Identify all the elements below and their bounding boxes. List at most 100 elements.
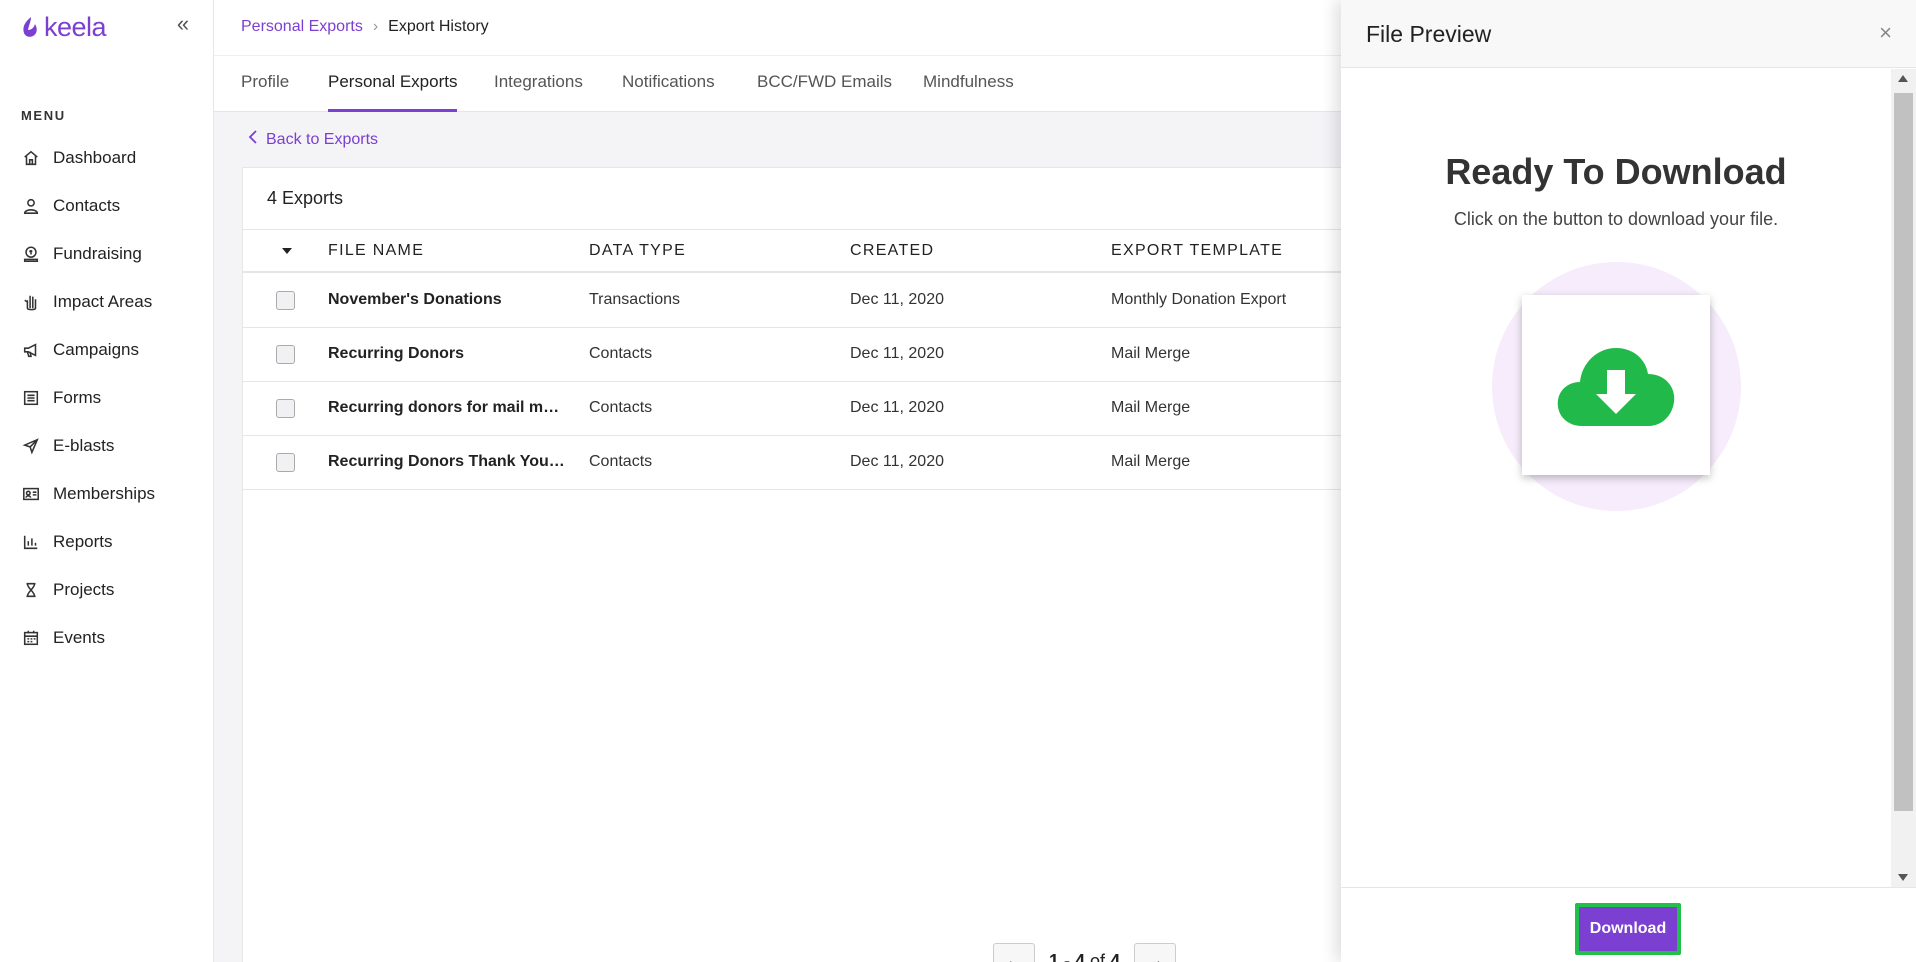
cloud-download-icon xyxy=(1557,348,1675,426)
panel-title: File Preview xyxy=(1366,21,1492,47)
sidebar-item-label: Impact Areas xyxy=(53,292,153,311)
sidebar-item-label: Projects xyxy=(53,580,115,599)
scroll-up-arrow-icon[interactable] xyxy=(1898,75,1908,82)
column-header-created[interactable]: CREATED xyxy=(850,242,934,260)
created-cell: Dec 11, 2020 xyxy=(850,453,944,470)
collapse-sidebar-icon[interactable]: « xyxy=(172,13,194,36)
panel-scrollbar[interactable] xyxy=(1891,69,1916,887)
panel-body: Ready To Download Click on the button to… xyxy=(1341,69,1891,887)
back-link-label: Back to Exports xyxy=(266,130,379,148)
sidebar-item-fundraising[interactable]: Fundraising xyxy=(0,230,213,278)
sidebar-item-impact-areas[interactable]: Impact Areas xyxy=(0,278,213,326)
breadcrumb-separator-icon: › xyxy=(372,18,379,35)
column-header-export-template[interactable]: EXPORT TEMPLATE xyxy=(1111,242,1283,260)
created-cell: Dec 11, 2020 xyxy=(850,345,944,362)
column-header-file-name[interactable]: FILE NAME xyxy=(328,242,424,260)
sidebar: keela « MENU Dashboard Contacts Fundrais… xyxy=(0,0,214,962)
sort-caret-icon[interactable] xyxy=(282,248,292,254)
export-template-cell: Monthly Donation Export xyxy=(1111,291,1287,308)
close-icon[interactable]: × xyxy=(1879,22,1892,44)
menu-label: MENU xyxy=(21,108,66,123)
file-name-cell[interactable]: November's Donations xyxy=(328,291,568,309)
chevron-left-icon xyxy=(248,130,258,149)
row-checkbox[interactable] xyxy=(276,291,295,310)
sidebar-item-label: Fundraising xyxy=(53,244,142,263)
calendar-icon xyxy=(21,628,41,648)
data-type-cell: Contacts xyxy=(589,453,653,470)
sidebar-item-label: Campaigns xyxy=(53,340,139,359)
sidebar-item-label: E-blasts xyxy=(53,436,115,455)
sidebar-item-label: Dashboard xyxy=(53,148,137,167)
scrollbar-thumb[interactable] xyxy=(1894,93,1913,811)
data-type-cell: Transactions xyxy=(589,291,680,308)
breadcrumb: Personal Exports › Export History xyxy=(241,18,489,36)
sidebar-item-label: Contacts xyxy=(53,196,121,215)
breadcrumb-personal-exports[interactable]: Personal Exports xyxy=(241,18,363,36)
bar-chart-icon xyxy=(21,532,41,552)
data-type-cell: Contacts xyxy=(589,399,653,416)
file-name-cell[interactable]: Recurring Donors Thank You Letters xyxy=(328,453,568,471)
tab-mindfulness[interactable]: Mindfulness xyxy=(923,72,1014,112)
tab-bcc-fwd-emails[interactable]: BCC/FWD Emails xyxy=(757,72,892,112)
column-header-data-type[interactable]: DATA TYPE xyxy=(589,242,686,260)
sidebar-item-campaigns[interactable]: Campaigns xyxy=(0,326,213,374)
tab-profile[interactable]: Profile xyxy=(241,72,289,112)
paper-plane-icon xyxy=(21,436,41,456)
row-checkbox[interactable] xyxy=(276,399,295,418)
donation-icon xyxy=(21,244,41,264)
sidebar-item-dashboard[interactable]: Dashboard xyxy=(0,134,213,182)
keela-leaf-icon xyxy=(23,17,37,37)
breadcrumb-current: Export History xyxy=(388,18,489,35)
list-icon xyxy=(21,388,41,408)
user-icon xyxy=(21,196,41,216)
download-button-highlight: Download xyxy=(1575,903,1681,955)
megaphone-icon xyxy=(21,340,41,360)
sidebar-item-label: Events xyxy=(53,628,105,647)
pagination: ← 1 - 4 of 4 → xyxy=(993,943,1177,962)
tab-notifications[interactable]: Notifications xyxy=(622,72,715,112)
sidebar-nav: Dashboard Contacts Fundraising Impact Ar… xyxy=(0,134,213,662)
pagination-of: of xyxy=(1090,950,1106,962)
file-name-cell[interactable]: Recurring Donors xyxy=(328,345,568,363)
download-button[interactable]: Download xyxy=(1579,907,1677,951)
sidebar-item-forms[interactable]: Forms xyxy=(0,374,213,422)
data-type-cell: Contacts xyxy=(589,345,653,362)
panel-header: File Preview × xyxy=(1341,0,1916,68)
created-cell: Dec 11, 2020 xyxy=(850,291,944,308)
arrow-left-icon: ← xyxy=(1004,949,1024,962)
tab-personal-exports[interactable]: Personal Exports xyxy=(328,72,458,112)
back-to-exports-link[interactable]: Back to Exports xyxy=(248,130,378,149)
file-preview-panel: File Preview × Ready To Download Click o… xyxy=(1341,0,1916,962)
hand-icon xyxy=(21,292,41,312)
previous-page-button[interactable]: ← xyxy=(993,943,1035,962)
illustration-card xyxy=(1522,295,1710,475)
sidebar-item-label: Reports xyxy=(53,532,113,551)
row-checkbox[interactable] xyxy=(276,453,295,472)
ready-to-download-heading: Ready To Download xyxy=(1445,151,1787,192)
sidebar-item-projects[interactable]: Projects xyxy=(0,566,213,614)
home-icon xyxy=(21,148,41,168)
sidebar-item-contacts[interactable]: Contacts xyxy=(0,182,213,230)
created-cell: Dec 11, 2020 xyxy=(850,399,944,416)
scroll-down-arrow-icon[interactable] xyxy=(1898,874,1908,881)
hourglass-icon xyxy=(21,580,41,600)
logo-text: keela xyxy=(44,12,107,42)
sidebar-item-memberships[interactable]: Memberships xyxy=(0,470,213,518)
sidebar-item-label: Forms xyxy=(53,388,102,407)
ready-to-download-subheading: Click on the button to download your fil… xyxy=(1453,209,1779,229)
sidebar-item-label: Memberships xyxy=(53,484,156,503)
keela-logo[interactable]: keela xyxy=(20,12,107,42)
pagination-label: 1 - 4 of 4 xyxy=(1049,951,1120,962)
tab-integrations[interactable]: Integrations xyxy=(494,72,583,112)
sidebar-item-reports[interactable]: Reports xyxy=(0,518,213,566)
export-template-cell: Mail Merge xyxy=(1111,399,1191,416)
panel-footer: Download xyxy=(1341,887,1916,962)
pagination-range: 1 - 4 xyxy=(1049,950,1086,962)
exports-count-title: 4 Exports xyxy=(267,188,344,208)
sidebar-item-events[interactable]: Events xyxy=(0,614,213,662)
file-name-cell[interactable]: Recurring donors for mail merge xyxy=(328,399,568,417)
next-page-button[interactable]: → xyxy=(1134,943,1177,962)
export-template-cell: Mail Merge xyxy=(1111,453,1191,470)
row-checkbox[interactable] xyxy=(276,345,295,364)
sidebar-item-e-blasts[interactable]: E-blasts xyxy=(0,422,213,470)
